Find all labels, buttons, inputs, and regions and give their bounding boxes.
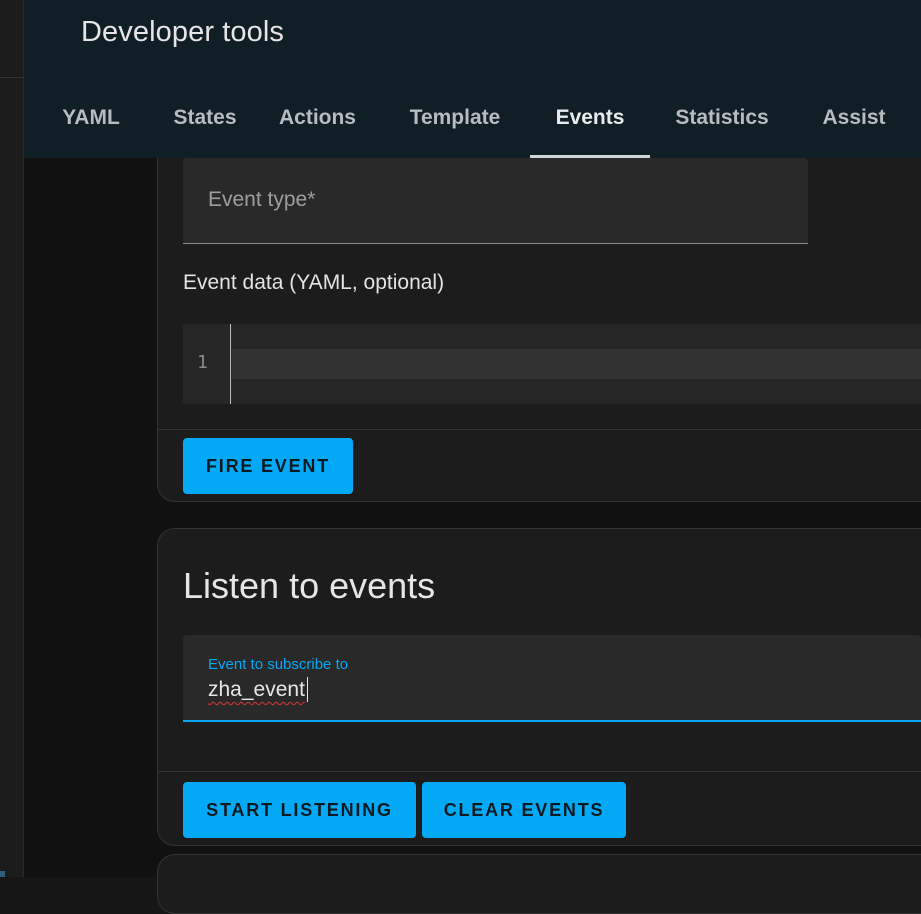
tab-bar: YAML States Actions Template Events Stat…: [24, 77, 921, 158]
sidebar: [0, 0, 24, 877]
tab-actions[interactable]: Actions: [262, 77, 373, 158]
tab-label: Events: [555, 105, 625, 129]
text-caret: [307, 677, 308, 702]
active-tab-indicator: [530, 155, 650, 158]
start-listening-button[interactable]: START LISTENING: [183, 782, 416, 838]
sidebar-divider: [0, 77, 23, 78]
event-data-label: Event data (YAML, optional): [183, 271, 445, 294]
tab-template[interactable]: Template: [390, 77, 520, 158]
subscribe-event-value: zha_event: [208, 678, 305, 701]
event-type-placeholder: Event type*: [208, 188, 316, 211]
tab-label: Actions: [278, 105, 356, 129]
editor-gutter: 1: [183, 324, 231, 404]
subscribe-event-label: Event to subscribe to: [208, 656, 349, 673]
listen-card-actions-divider: [158, 771, 921, 772]
fire-event-button[interactable]: FIRE EVENT: [183, 438, 353, 494]
tab-label: Statistics: [675, 105, 769, 129]
tab-events[interactable]: Events: [530, 77, 650, 158]
events-log-card: [157, 854, 921, 914]
app-header: Developer tools YAML States Actions Temp…: [24, 0, 921, 158]
tab-statistics[interactable]: Statistics: [662, 77, 782, 158]
subscribe-event-input[interactable]: Event to subscribe to zha_event: [183, 635, 921, 722]
tab-label: YAML: [62, 105, 120, 129]
tab-label: States: [173, 105, 237, 129]
page-title: Developer tools: [81, 16, 284, 48]
editor-line-number: 1: [197, 352, 208, 373]
listen-events-title: Listen to events: [183, 565, 436, 606]
tab-states[interactable]: States: [148, 77, 262, 158]
editor-active-line[interactable]: [232, 349, 921, 379]
sidebar-indicator: [0, 871, 5, 877]
fire-card-actions-divider: [158, 429, 921, 430]
tab-yaml[interactable]: YAML: [34, 77, 148, 158]
event-data-editor[interactable]: 1: [183, 324, 921, 404]
tab-label: Template: [409, 105, 501, 129]
event-type-input[interactable]: Event type*: [183, 158, 808, 244]
tab-label: Assist: [822, 105, 886, 129]
tab-assist[interactable]: Assist: [802, 77, 906, 158]
clear-events-button[interactable]: CLEAR EVENTS: [422, 782, 626, 838]
